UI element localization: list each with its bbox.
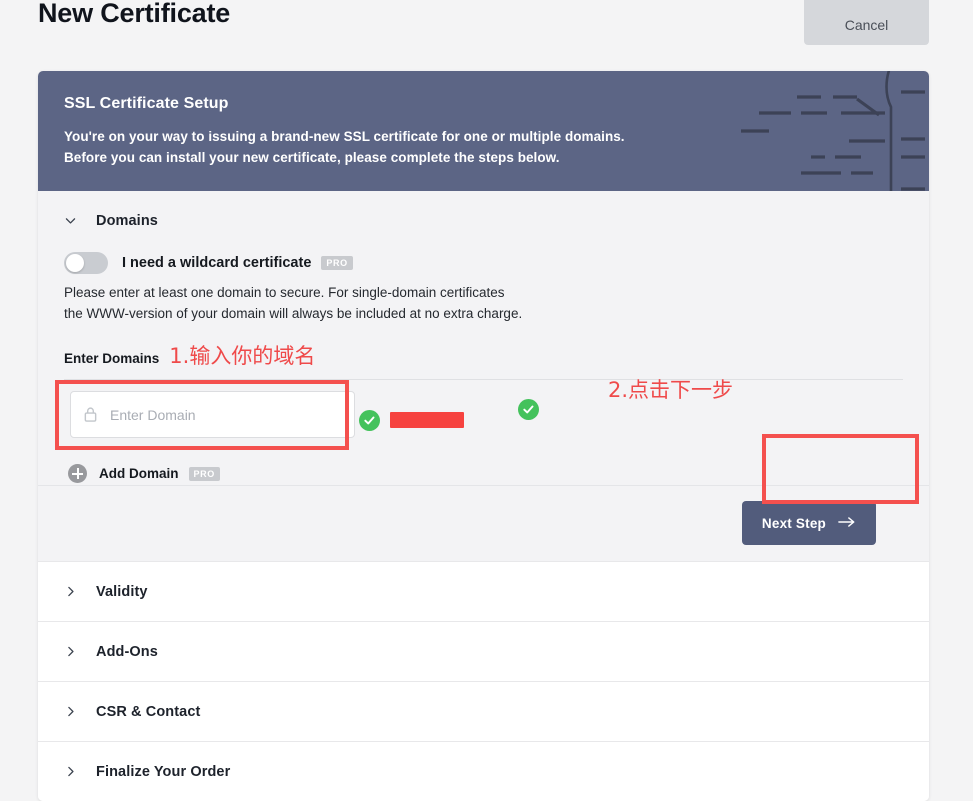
section-finalize-order: Finalize Your Order [38, 741, 929, 801]
domain-input[interactable] [108, 405, 328, 424]
section-header-csr-contact[interactable]: CSR & Contact [38, 682, 929, 741]
wildcard-toggle[interactable] [64, 252, 108, 274]
banner-line-1: You're on your way to issuing a brand-ne… [64, 129, 625, 144]
domains-footer: Next Step [38, 485, 929, 562]
page-title: New Certificate [38, 0, 231, 28]
domains-help-line-1: Please enter at least one domain to secu… [64, 285, 505, 300]
pro-badge-add-domain: PRO [188, 466, 220, 481]
domains-help-line-2: the WWW-version of your domain will alwa… [64, 305, 523, 321]
section-title-add-ons: Add-Ons [96, 643, 158, 660]
lock-icon [83, 406, 98, 423]
enter-domains-label: Enter Domains [64, 351, 160, 367]
chevron-right-icon [64, 645, 86, 658]
domain-input-area: Add Domain PRO [64, 380, 903, 485]
wildcard-toggle-label: I need a wildcard certificate [122, 255, 312, 271]
section-validity: Validity [38, 561, 929, 622]
status-check-icon-2 [518, 399, 539, 420]
section-header-finalize-order[interactable]: Finalize Your Order [38, 742, 929, 801]
section-title-csr-contact: CSR & Contact [96, 703, 201, 720]
section-header-domains[interactable]: Domains [38, 191, 929, 250]
plus-icon [68, 464, 87, 484]
add-domain-label: Add Domain [99, 466, 179, 482]
certificate-setup-card: SSL Certificate Setup You're on your way… [38, 71, 929, 801]
section-title-finalize-order: Finalize Your Order [96, 763, 231, 780]
chevron-down-icon [64, 214, 86, 227]
annotation-step-2-text: 2.点击下一步 [608, 378, 734, 402]
next-step-button[interactable]: Next Step [741, 501, 876, 546]
section-add-ons: Add-Ons [38, 621, 929, 682]
domains-body: I need a wildcard certificate PRO Please… [38, 252, 929, 485]
chevron-right-icon [64, 585, 86, 598]
banner-line-2: Before you can install your new certific… [64, 149, 560, 165]
banner-title: SSL Certificate Setup [64, 95, 229, 112]
section-header-add-ons[interactable]: Add-Ons [38, 622, 929, 681]
domains-help-text: Please enter at least one domain to secu… [64, 283, 903, 324]
section-csr-contact: CSR & Contact [38, 681, 929, 742]
wildcard-toggle-row: I need a wildcard certificate PRO [64, 252, 903, 274]
ssl-setup-banner: SSL Certificate Setup You're on your way… [38, 71, 929, 191]
wildcard-toggle-knob [66, 254, 84, 272]
redacted-domain-value [390, 412, 464, 428]
cancel-button[interactable]: Cancel [804, 0, 929, 45]
section-domains: Domains I need a wildcard certificate PR… [38, 191, 929, 562]
section-header-validity[interactable]: Validity [38, 562, 929, 621]
chevron-right-icon [64, 705, 86, 718]
section-title-domains: Domains [96, 212, 158, 229]
domain-input-wrapper[interactable] [70, 391, 355, 439]
next-step-label: Next Step [761, 515, 826, 531]
arrow-right-icon [838, 516, 856, 531]
status-check-icon-1 [359, 410, 380, 431]
pro-badge-wildcard: PRO [321, 256, 353, 270]
add-domain-button[interactable]: Add Domain PRO [68, 464, 220, 484]
enter-domains-row: Enter Domains 1.输入你的域名 [64, 346, 903, 370]
chevron-right-icon [64, 765, 86, 778]
annotation-step-1-text: 1.输入你的域名 [169, 344, 316, 369]
page-header: New Certificate Cancel [0, 0, 973, 50]
section-title-validity: Validity [96, 583, 148, 600]
